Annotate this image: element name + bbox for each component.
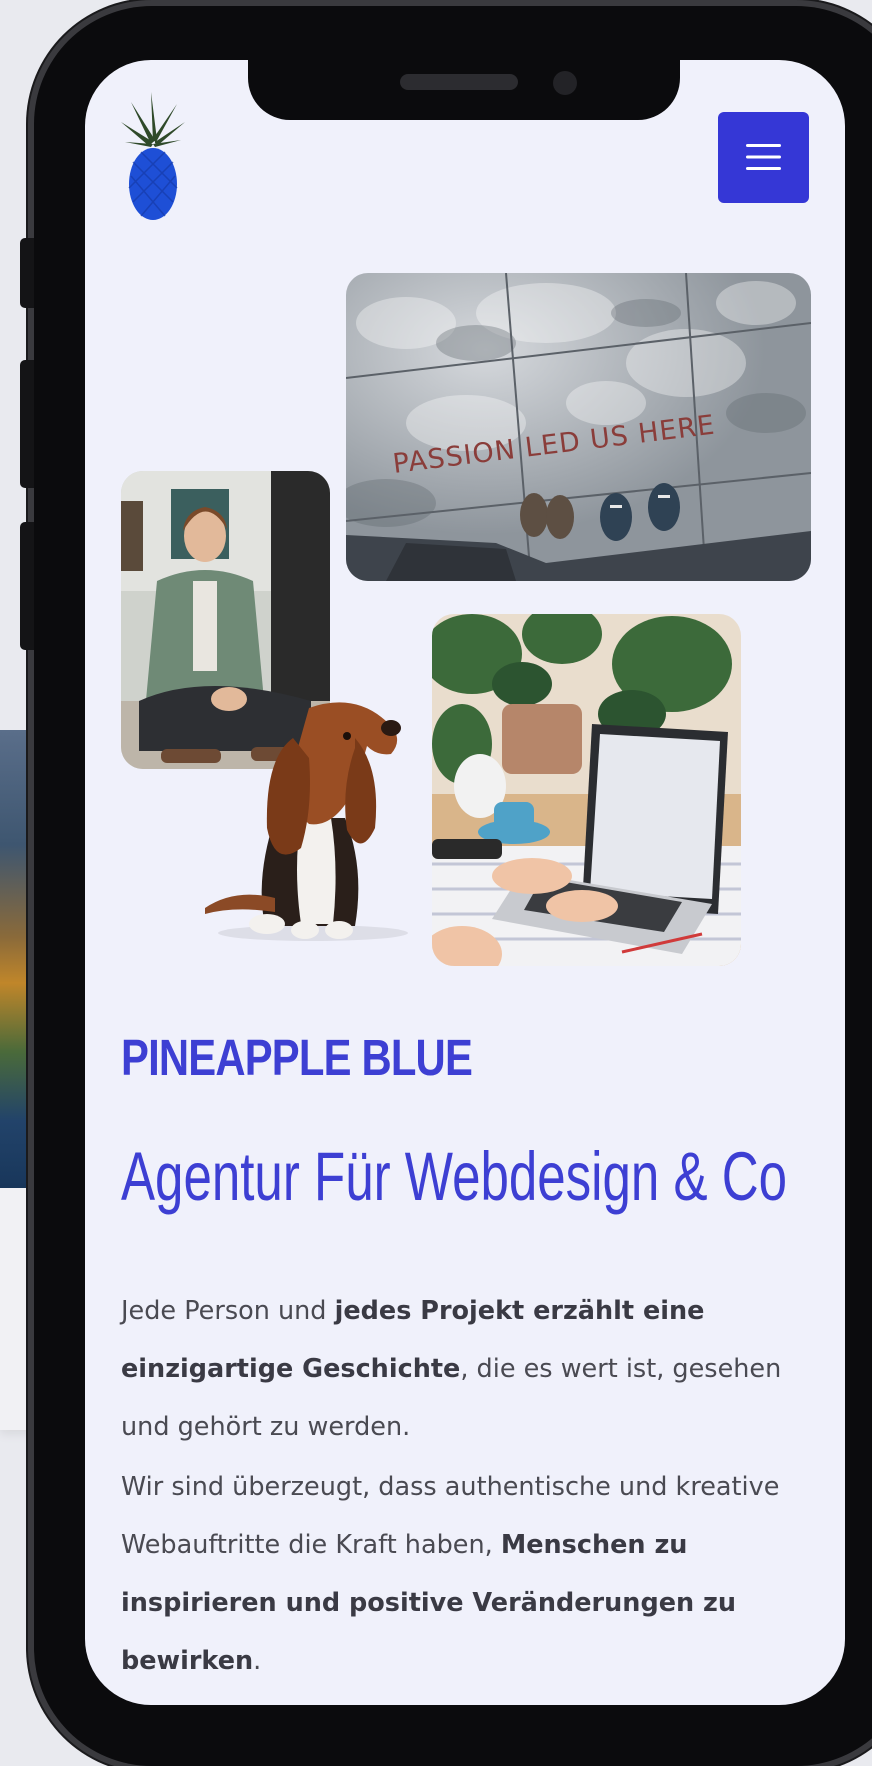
intro-paragraph-1: Jede Person und jedes Projekt erzählt ei… bbox=[121, 1282, 811, 1456]
basset-hound-image bbox=[205, 698, 420, 943]
intro-paragraph-2: Wir sind überzeugt, dass authentische un… bbox=[121, 1458, 811, 1690]
menu-button[interactable] bbox=[718, 112, 809, 203]
phone-notch bbox=[248, 60, 680, 120]
intro-p2-text-c: . bbox=[253, 1646, 262, 1676]
phone-mute-switch bbox=[20, 238, 34, 308]
brand-name: PINEAPPLE BLUE bbox=[121, 1029, 473, 1086]
phone-volume-down-button bbox=[20, 522, 34, 650]
front-camera-icon bbox=[553, 71, 577, 95]
phone-screen: PASSION LED US HERE PINEAPPLE BLUE Agent… bbox=[85, 60, 845, 1705]
passion-led-us-here-photo: PASSION LED US HERE bbox=[346, 273, 811, 581]
pineapple-logo[interactable] bbox=[121, 92, 185, 222]
laptop-workspace-photo bbox=[432, 614, 741, 966]
intro-p1-text-a: Jede Person und bbox=[121, 1296, 335, 1326]
page-headline: Agentur Für Webdesign & Co bbox=[121, 1138, 788, 1215]
phone-volume-up-button bbox=[20, 360, 34, 488]
phone-speaker bbox=[400, 74, 518, 90]
